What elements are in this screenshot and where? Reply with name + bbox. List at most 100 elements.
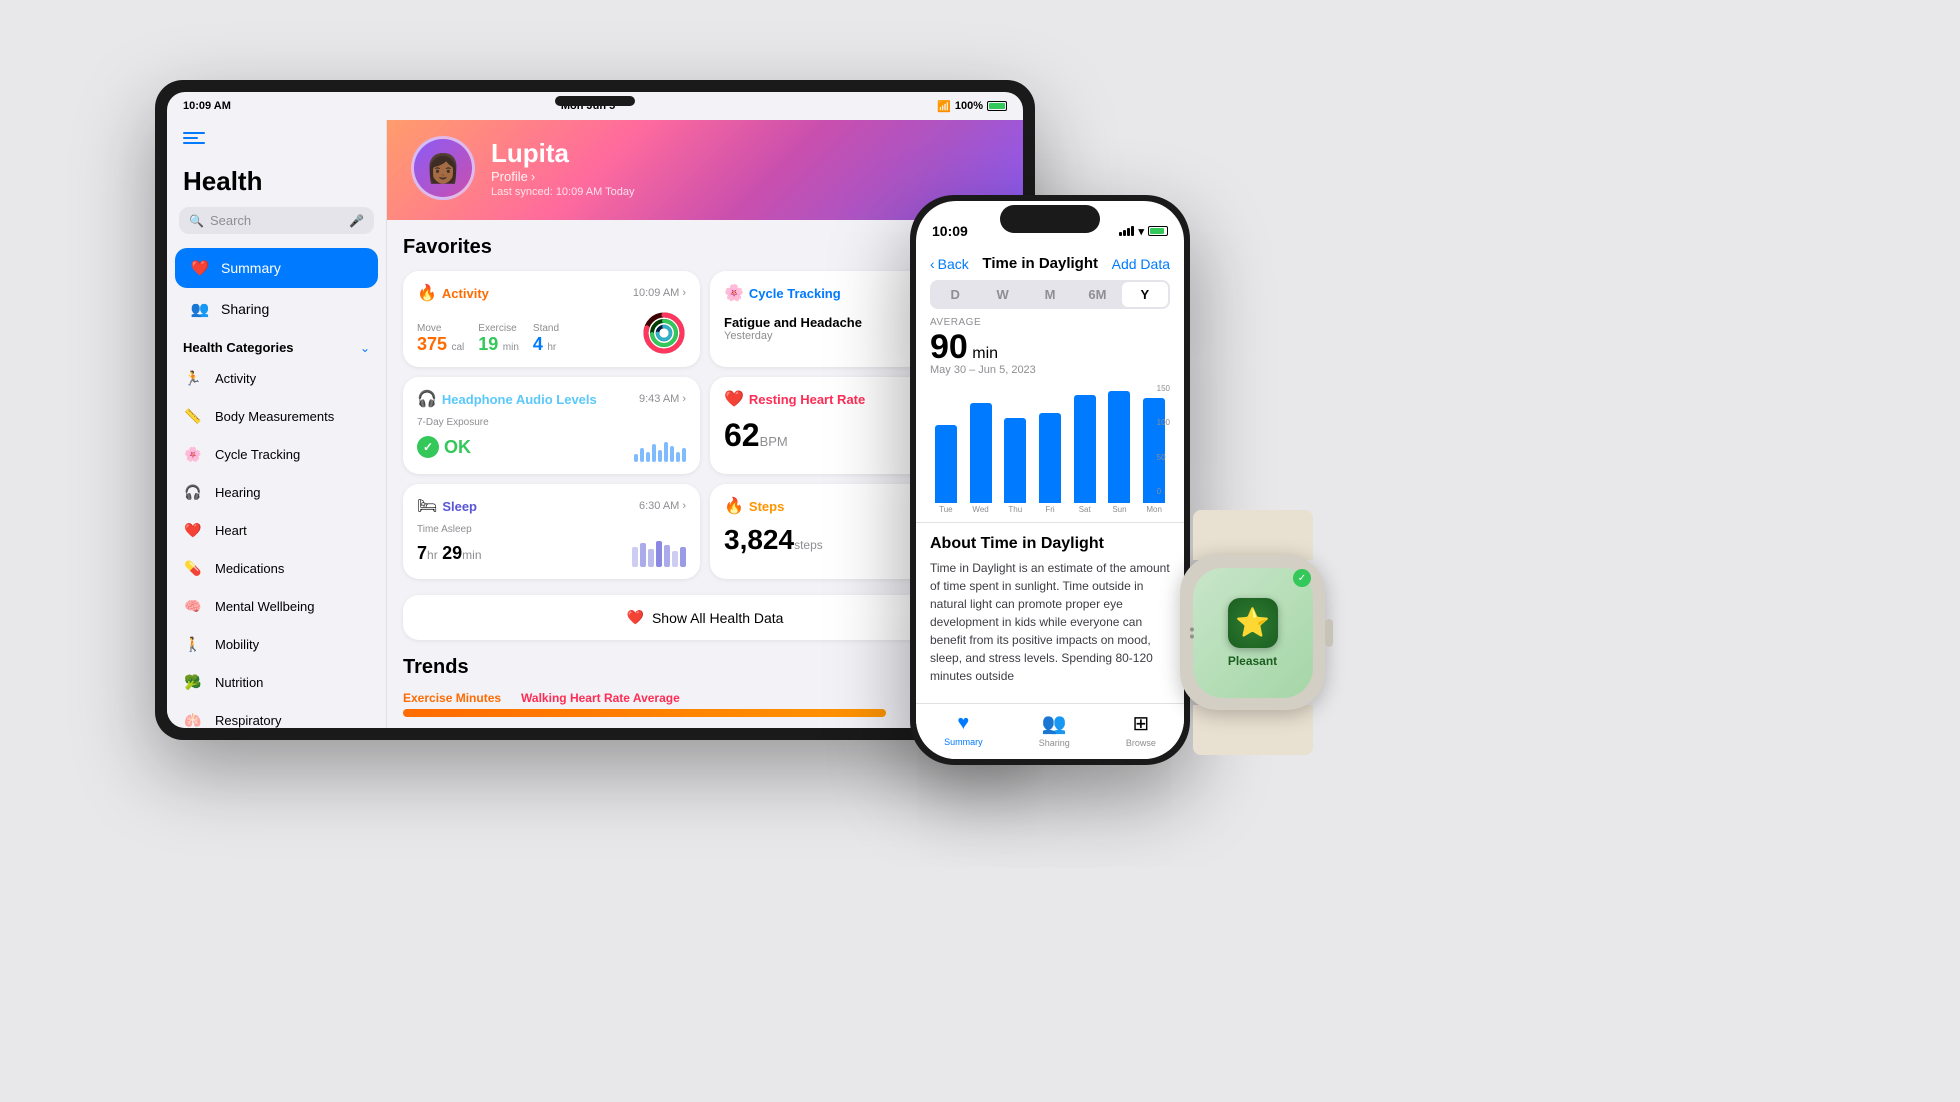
cycle-label: Cycle Tracking (215, 447, 300, 462)
search-bar[interactable]: 🔍 Search 🎤 (179, 207, 374, 234)
time-tabs: D W M 6M Y (930, 280, 1170, 309)
sleep-card-title: Sleep (442, 499, 477, 514)
tab-w[interactable]: W (979, 282, 1025, 307)
bar-sun-fill (1108, 391, 1130, 503)
add-data-button[interactable]: Add Data (1112, 256, 1170, 272)
respiratory-label: Respiratory (215, 713, 281, 728)
watch-check-icon: ✓ (1293, 569, 1311, 587)
cat-item-mobility[interactable]: 🚶 Mobility (167, 625, 386, 663)
tab-m[interactable]: M (1027, 282, 1073, 307)
ok-check-icon: ✓ (417, 436, 439, 458)
exposure-label: 7-Day Exposure (417, 417, 686, 428)
trend-heart: Walking Heart Rate Average (521, 691, 680, 705)
headphone-card[interactable]: 🎧 Headphone Audio Levels 9:43 AM › 7-Day… (403, 377, 700, 474)
mobility-icon: 🚶 (181, 632, 205, 656)
sleep-time: 6:30 AM › (639, 500, 686, 512)
cat-item-medications[interactable]: 💊 Medications (167, 549, 386, 587)
sleep-minutes: 29 (442, 543, 462, 563)
battery-percent: 100% (955, 100, 983, 112)
respiratory-icon: 🫁 (181, 708, 205, 728)
tab-6m[interactable]: 6M (1074, 282, 1120, 307)
wifi-icon: 📶 (937, 100, 951, 113)
tab-summary[interactable]: ♥ Summary (944, 712, 983, 747)
bar-wed: Wed (965, 384, 997, 514)
cat-item-mental[interactable]: 🧠 Mental Wellbeing (167, 587, 386, 625)
sidebar-collapse-icon[interactable] (183, 132, 205, 150)
activity-card-icon: 🔥 (417, 283, 437, 303)
cat-item-body[interactable]: 📏 Body Measurements (167, 397, 386, 435)
user-info: Lupita Profile › Last synced: 10:09 AM T… (491, 138, 635, 198)
chevron-down-icon[interactable]: ⌄ (360, 341, 370, 355)
iphone-nav-title: Time in Daylight (982, 255, 1098, 272)
heart-card-icon: ❤️ (724, 389, 744, 409)
sleep-card-icon: 🛏 (417, 496, 437, 516)
app-title: Health (167, 162, 386, 207)
watch-band-bottom (1193, 705, 1313, 755)
heart-card-title: Resting Heart Rate (749, 392, 865, 407)
user-name: Lupita (491, 138, 635, 169)
mental-icon: 🧠 (181, 594, 205, 618)
move-label: Move (417, 323, 464, 334)
activity-icon: 🏃 (181, 366, 205, 390)
cycle-card-icon: 🌸 (724, 283, 744, 303)
ipad-device: 10:09 AM Mon Jun 5 📶 100% (155, 80, 1035, 740)
tab-browse[interactable]: ⊞ Browse (1126, 711, 1156, 748)
move-value: 375 (417, 334, 447, 354)
back-chevron-icon: ‹ (930, 256, 935, 272)
ipad-camera (555, 96, 635, 106)
bar-thu: Thu (999, 384, 1031, 514)
sidebar-item-summary[interactable]: ❤️ Summary (175, 248, 378, 288)
nutrition-label: Nutrition (215, 675, 263, 690)
bar-sat: Sat (1069, 384, 1101, 514)
average-label: AVERAGE (930, 317, 1170, 328)
trends-bar (403, 709, 886, 717)
signal-icon (1119, 226, 1134, 236)
cat-item-respiratory[interactable]: 🫁 Respiratory (167, 701, 386, 728)
tab-y[interactable]: Y (1122, 282, 1168, 307)
chart-value: 90 (930, 328, 968, 366)
ipad-status-bar: 10:09 AM Mon Jun 5 📶 100% (167, 92, 1023, 120)
back-button[interactable]: ‹ Back (930, 256, 969, 272)
bar-tue: Tue (930, 384, 962, 514)
heart-show-icon: ❤️ (627, 609, 644, 626)
sleep-card[interactable]: 🛏 Sleep 6:30 AM › Time Asleep (403, 484, 700, 579)
bar-tue-fill (935, 425, 957, 503)
bar-sat-fill (1074, 395, 1096, 503)
ok-badge: ✓ OK (417, 436, 471, 458)
bar-fri: Fri (1034, 384, 1066, 514)
iphone-tab-bar: ♥ Summary 👥 Sharing ⊞ Browse (916, 703, 1184, 759)
cat-item-nutrition[interactable]: 🥦 Nutrition (167, 663, 386, 701)
sidebar-header (167, 132, 386, 162)
bar-chart: Tue Wed Thu Fri (930, 384, 1170, 514)
activity-ring (642, 311, 686, 355)
browse-tab-label: Browse (1126, 738, 1156, 748)
sidebar-item-sharing[interactable]: 👥 Sharing (175, 289, 378, 329)
categories-header: Health Categories ⌄ (167, 330, 386, 359)
user-profile-link[interactable]: Profile › (491, 169, 635, 184)
chart-section: AVERAGE 90 min May 30 – Jun 5, 2023 Tue … (916, 317, 1184, 514)
cat-item-cycle[interactable]: 🌸 Cycle Tracking (167, 435, 386, 473)
sharing-label: Sharing (221, 301, 269, 317)
scene: 10:09 AM Mon Jun 5 📶 100% (0, 0, 1960, 1102)
trend-exercise: Exercise Minutes (403, 691, 501, 705)
iphone-time: 10:09 (932, 223, 968, 239)
iphone-battery (1148, 226, 1168, 236)
tab-sharing[interactable]: 👥 Sharing (1039, 711, 1070, 748)
watch-nav-dots (1193, 627, 1195, 638)
steps-card-icon: 🔥 (724, 496, 744, 516)
cat-item-heart[interactable]: ❤️ Heart (167, 511, 386, 549)
body-icon: 📏 (181, 404, 205, 428)
bar-mon: Mon (1138, 384, 1170, 514)
ipad-content: Health 🔍 Search 🎤 ❤️ Summary 👥 Sharing (167, 120, 1023, 728)
steps-value: 3,824 (724, 524, 794, 555)
audio-visualization (634, 432, 686, 462)
cat-item-hearing[interactable]: 🎧 Hearing (167, 473, 386, 511)
iphone-status-right: ▾ (1119, 225, 1168, 238)
tab-d[interactable]: D (932, 282, 978, 307)
browse-tab-icon: ⊞ (1133, 711, 1150, 736)
headphone-time: 9:43 AM › (639, 393, 686, 405)
cat-item-activity[interactable]: 🏃 Activity (167, 359, 386, 397)
nutrition-icon: 🥦 (181, 670, 205, 694)
activity-card[interactable]: 🔥 Activity 10:09 AM › (403, 271, 700, 367)
iphone-screen: 10:09 ▾ ‹ Ba (916, 201, 1184, 759)
